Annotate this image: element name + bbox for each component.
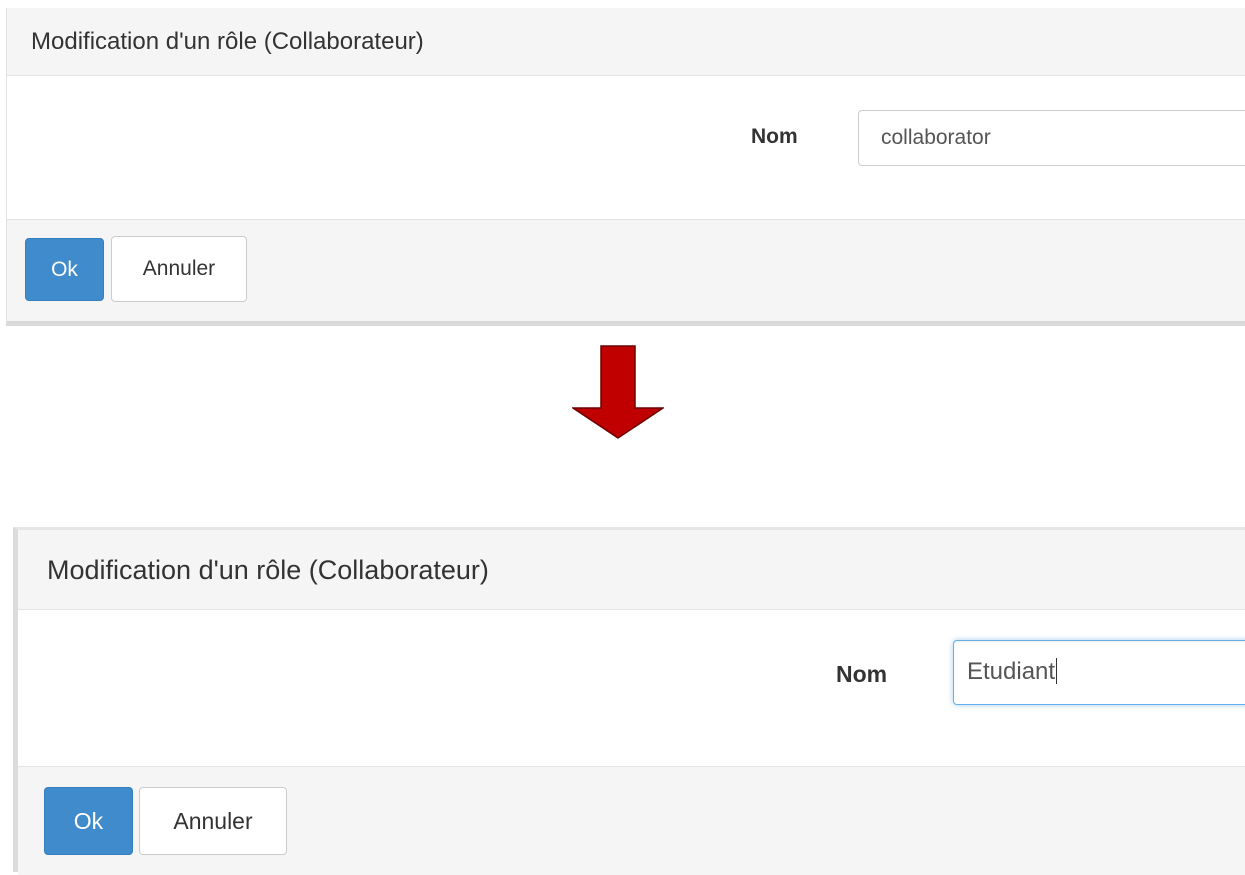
nom-input-focused[interactable]: Etudiant: [953, 640, 1245, 705]
ok-button[interactable]: Ok: [44, 787, 133, 855]
cancel-button[interactable]: Annuler: [111, 236, 247, 302]
ok-button[interactable]: Ok: [25, 238, 104, 301]
panel-header: Modification d'un rôle (Collaborateur): [18, 530, 1245, 610]
panel-title: Modification d'un rôle (Collaborateur): [31, 28, 424, 55]
role-edit-panel-before: Modification d'un rôle (Collaborateur) N…: [6, 8, 1245, 326]
text-caret: [1056, 658, 1058, 684]
panel-title: Modification d'un rôle (Collaborateur): [47, 555, 489, 585]
nom-label: Nom: [836, 661, 888, 687]
role-edit-panel-after: Modification d'un rôle (Collaborateur) N…: [13, 527, 1245, 875]
nom-label: Nom: [751, 125, 798, 148]
panel-footer: Ok Annuler: [7, 219, 1245, 321]
panel-footer: Ok Annuler: [18, 766, 1245, 875]
nom-input-value: Etudiant: [967, 658, 1056, 685]
down-arrow-icon: [572, 345, 664, 439]
nom-input[interactable]: collaborator: [858, 110, 1245, 166]
panel-header: Modification d'un rôle (Collaborateur): [7, 8, 1245, 76]
cancel-button[interactable]: Annuler: [139, 787, 287, 855]
nom-input-value: collaborator: [881, 126, 991, 149]
